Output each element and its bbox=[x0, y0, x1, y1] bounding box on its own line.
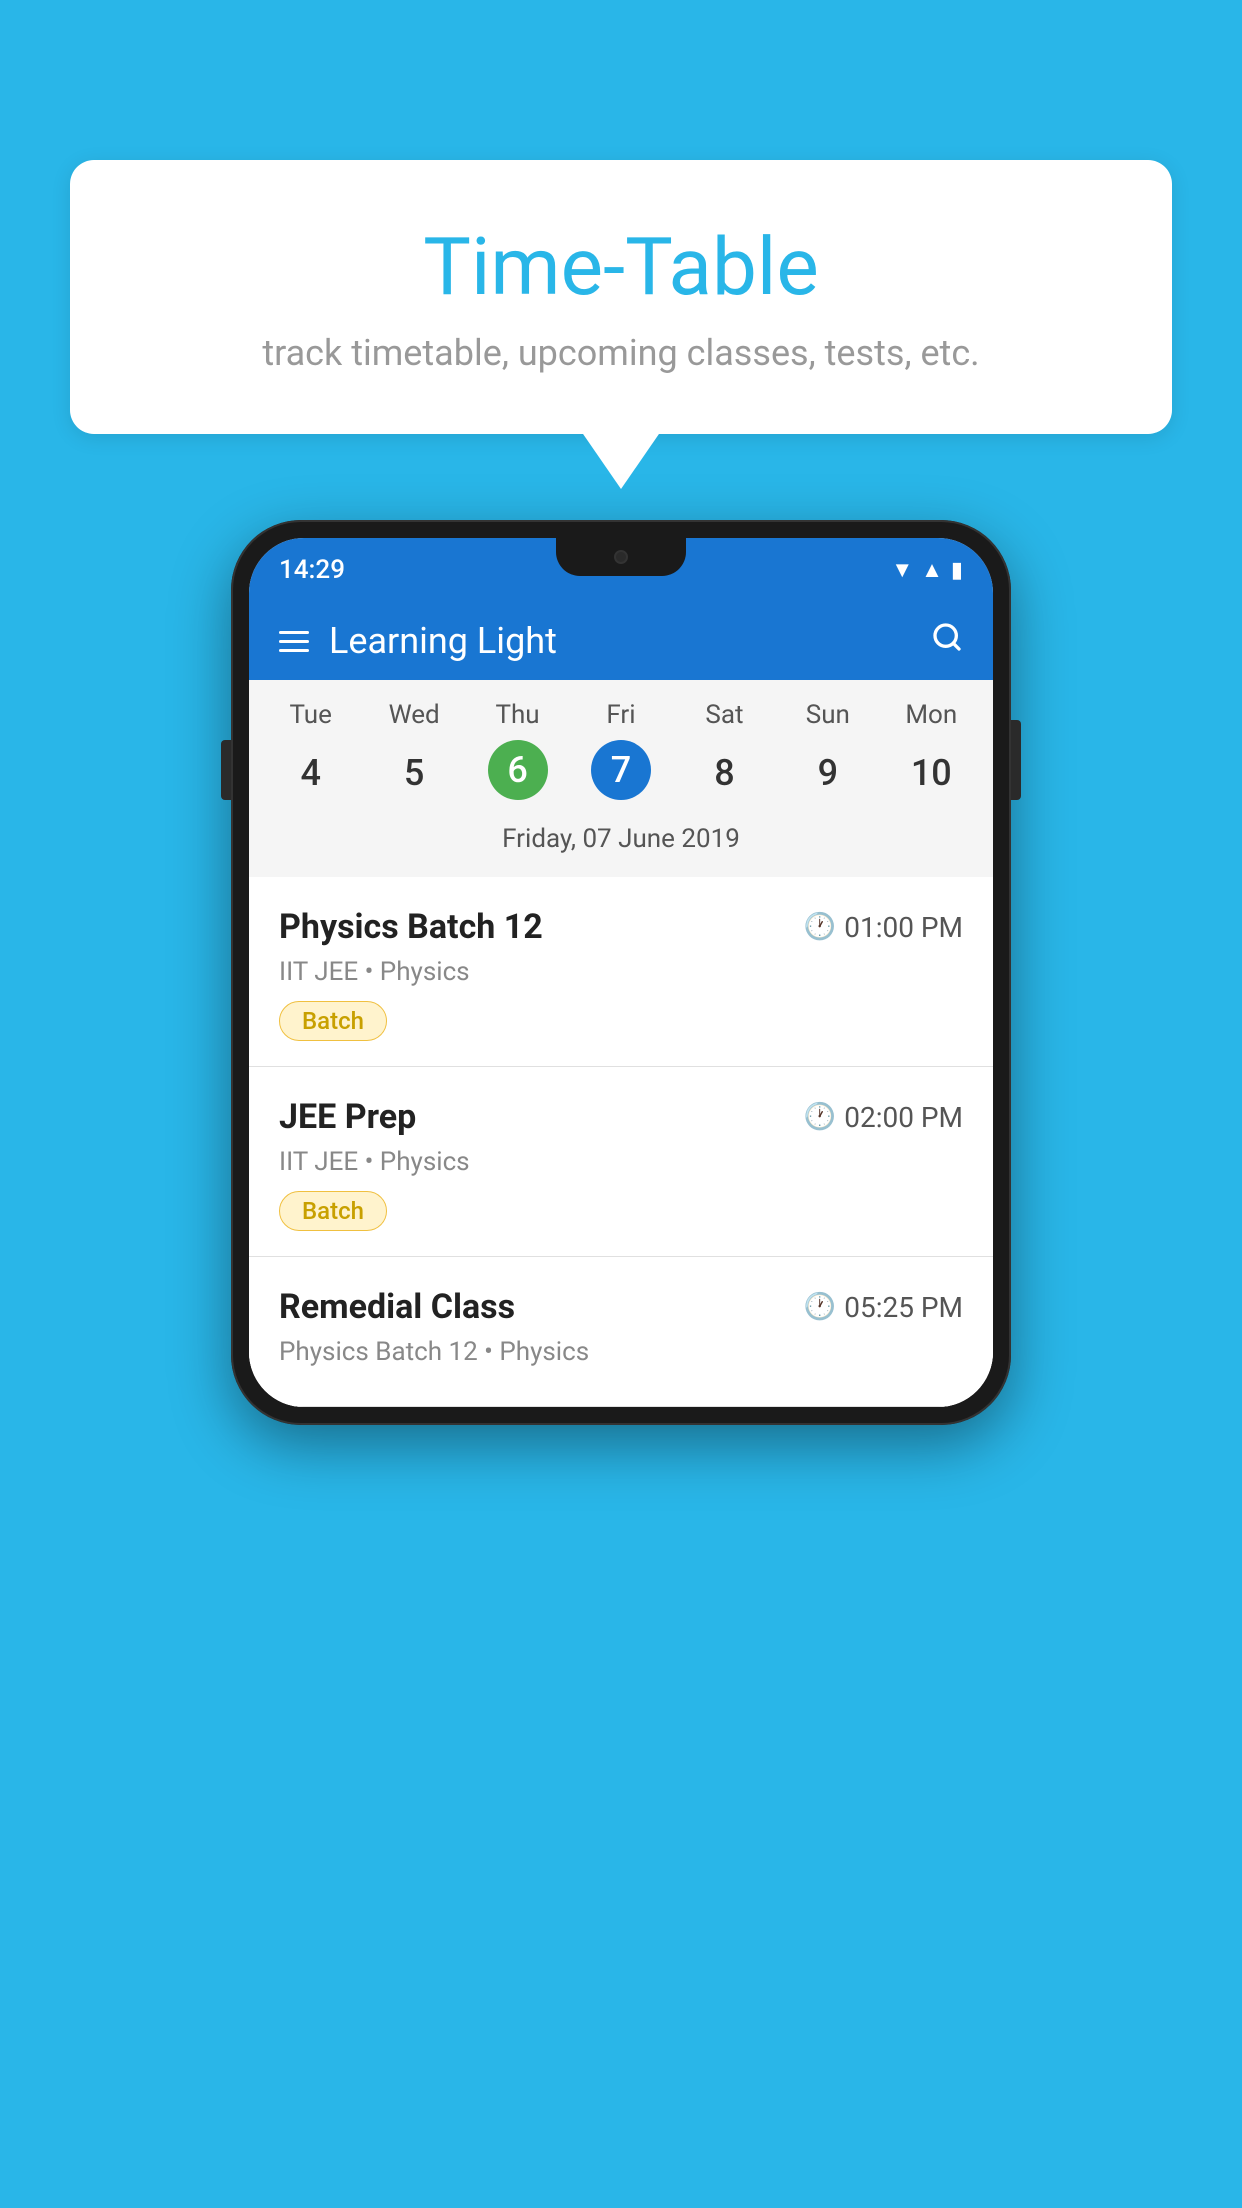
schedule-subtitle-1: IIT JEE • Physics bbox=[279, 957, 963, 987]
speech-bubble-container: Time-Table track timetable, upcoming cla… bbox=[70, 160, 1172, 434]
schedule-time-2: 🕐 02:00 PM bbox=[804, 1101, 963, 1134]
clock-icon-1: 🕐 bbox=[804, 912, 836, 942]
day-8[interactable]: 8 bbox=[673, 740, 776, 806]
day-4[interactable]: 4 bbox=[259, 740, 362, 806]
speech-bubble: Time-Table track timetable, upcoming cla… bbox=[70, 160, 1172, 434]
schedule-item-3[interactable]: Remedial Class 🕐 05:25 PM Physics Batch … bbox=[249, 1257, 993, 1407]
phone-outer: 14:29 ▼ ▲ ▮ Learning Light bbox=[231, 520, 1011, 1425]
phone-screen: 14:29 ▼ ▲ ▮ Learning Light bbox=[249, 538, 993, 1407]
schedule-item-3-header: Remedial Class 🕐 05:25 PM bbox=[279, 1287, 963, 1327]
schedule-time-1: 🕐 01:00 PM bbox=[804, 911, 963, 944]
batch-badge-2: Batch bbox=[279, 1191, 387, 1231]
signal-icon: ▲ bbox=[921, 557, 943, 583]
schedule-time-3: 🕐 05:25 PM bbox=[804, 1291, 963, 1324]
schedule-title-2: JEE Prep bbox=[279, 1097, 416, 1137]
day-header-mon: Mon bbox=[880, 700, 983, 730]
status-time: 14:29 bbox=[279, 555, 345, 585]
schedule-title-1: Physics Batch 12 bbox=[279, 907, 543, 947]
day-header-thu: Thu bbox=[466, 700, 569, 730]
day-header-tue: Tue bbox=[259, 700, 362, 730]
notch bbox=[556, 538, 686, 576]
clock-icon-3: 🕐 bbox=[804, 1292, 836, 1322]
app-bar-left: Learning Light bbox=[279, 620, 557, 662]
day-7-selected[interactable]: 7 bbox=[591, 740, 651, 800]
schedule-time-value-2: 02:00 PM bbox=[844, 1101, 963, 1134]
search-button[interactable] bbox=[931, 620, 963, 662]
day-header-sun: Sun bbox=[776, 700, 879, 730]
status-icons: ▼ ▲ ▮ bbox=[891, 557, 963, 583]
day-numbers: 4 5 6 7 8 9 10 bbox=[259, 740, 983, 806]
schedule-list: Physics Batch 12 🕐 01:00 PM IIT JEE • Ph… bbox=[249, 877, 993, 1407]
schedule-item-1-header: Physics Batch 12 🕐 01:00 PM bbox=[279, 907, 963, 947]
schedule-time-value-1: 01:00 PM bbox=[844, 911, 963, 944]
wifi-icon: ▼ bbox=[891, 557, 913, 583]
day-9[interactable]: 9 bbox=[776, 740, 879, 806]
schedule-subtitle-2: IIT JEE • Physics bbox=[279, 1147, 963, 1177]
bubble-subtitle: track timetable, upcoming classes, tests… bbox=[120, 332, 1122, 374]
schedule-subtitle-3: Physics Batch 12 • Physics bbox=[279, 1337, 963, 1367]
phone-device: 14:29 ▼ ▲ ▮ Learning Light bbox=[231, 520, 1011, 1425]
batch-badge-1: Batch bbox=[279, 1001, 387, 1041]
day-header-wed: Wed bbox=[362, 700, 465, 730]
day-10[interactable]: 10 bbox=[880, 740, 983, 806]
calendar-section: Tue Wed Thu Fri Sat Sun Mon 4 5 6 7 8 9 … bbox=[249, 680, 993, 877]
day-header-sat: Sat bbox=[673, 700, 776, 730]
app-title: Learning Light bbox=[329, 620, 557, 662]
schedule-time-value-3: 05:25 PM bbox=[844, 1291, 963, 1324]
camera-dot bbox=[614, 550, 628, 564]
day-5[interactable]: 5 bbox=[362, 740, 465, 806]
menu-button[interactable] bbox=[279, 631, 309, 652]
battery-icon: ▮ bbox=[951, 558, 963, 583]
status-bar: 14:29 ▼ ▲ ▮ bbox=[249, 538, 993, 602]
day-header-fri: Fri bbox=[569, 700, 672, 730]
bubble-title: Time-Table bbox=[120, 220, 1122, 314]
schedule-item-2-header: JEE Prep 🕐 02:00 PM bbox=[279, 1097, 963, 1137]
day-6-today[interactable]: 6 bbox=[488, 740, 548, 800]
clock-icon-2: 🕐 bbox=[804, 1102, 836, 1132]
app-bar: Learning Light bbox=[249, 602, 993, 680]
day-headers: Tue Wed Thu Fri Sat Sun Mon bbox=[259, 700, 983, 730]
date-label: Friday, 07 June 2019 bbox=[259, 816, 983, 862]
schedule-item-1[interactable]: Physics Batch 12 🕐 01:00 PM IIT JEE • Ph… bbox=[249, 877, 993, 1067]
schedule-title-3: Remedial Class bbox=[279, 1287, 515, 1327]
schedule-item-2[interactable]: JEE Prep 🕐 02:00 PM IIT JEE • Physics Ba… bbox=[249, 1067, 993, 1257]
